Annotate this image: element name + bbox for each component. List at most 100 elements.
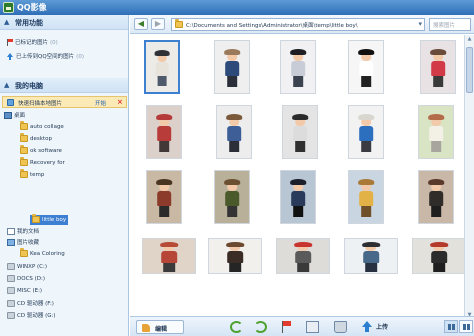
subject-hat [429, 241, 449, 247]
main-panel: ◀ ▶ C:\Documents and Settings\Administra… [130, 15, 474, 336]
photo-thumbnail[interactable] [348, 40, 384, 94]
subject-hat [156, 114, 172, 121]
bottom-toolbar: 编辑 上传 [130, 316, 474, 336]
photo-thumbnail[interactable] [418, 170, 454, 224]
photo-thumbnail[interactable] [146, 170, 182, 224]
chevron-down-icon[interactable]: ▾ [418, 20, 422, 28]
tree-item-drive-c[interactable]: WINXP (C:) [7, 263, 47, 273]
photo-thumbnail[interactable] [142, 238, 196, 274]
rotate-right-icon[interactable] [254, 321, 267, 333]
subject-body [225, 61, 239, 77]
delete-icon[interactable] [334, 321, 347, 333]
drive-icon [7, 275, 15, 282]
photo-thumbnail[interactable] [348, 105, 384, 159]
tree-item-temp[interactable]: temp [20, 169, 44, 181]
photo-thumbnail[interactable] [144, 40, 180, 94]
photo-subject [226, 114, 242, 152]
search-input[interactable]: 搜索图片 [429, 18, 471, 31]
folder-icon [20, 145, 28, 154]
rotate-left-icon[interactable] [230, 321, 243, 333]
photo-subject [430, 49, 446, 87]
tree-item-my-documents[interactable]: 我的文档 [7, 227, 39, 237]
back-button[interactable]: ◀ [134, 18, 148, 30]
upload-button[interactable]: 上传 [376, 322, 388, 331]
upload-icon [6, 53, 14, 60]
subject-hat [293, 241, 313, 247]
photo-subject [358, 179, 374, 217]
tree-item-auto-collage[interactable]: auto collage [20, 121, 64, 133]
subject-body [431, 61, 445, 77]
sidebar-item-uploaded[interactable]: 已上传到QQ空间的图片 (0) [6, 52, 84, 62]
photo-subject [224, 49, 240, 87]
list-view-button[interactable] [459, 320, 473, 333]
photo-subject [358, 114, 374, 152]
photo-thumbnail[interactable] [280, 170, 316, 224]
subject-hat [224, 49, 240, 56]
title-bar: QQ影像 [0, 0, 474, 15]
subject-hat [290, 179, 306, 186]
slideshow-icon[interactable] [306, 321, 319, 333]
tree-item-recovery[interactable]: Recovery for [20, 157, 65, 169]
subject-body [359, 191, 373, 207]
subject-legs [158, 140, 170, 152]
photo-thumbnail[interactable] [348, 170, 384, 224]
photo-thumbnail[interactable] [344, 238, 398, 274]
collapse-chevron-icon: ▲ [4, 81, 10, 89]
path-text: C:\Documents and Settings\Administrator\… [186, 23, 358, 29]
sidebar-item-marked[interactable]: 已标记的图片 (0) [6, 38, 58, 48]
photo-thumbnail[interactable] [282, 105, 318, 159]
photo-thumbnail[interactable] [214, 40, 250, 94]
common-functions-header[interactable]: ▲ 常用功能 [0, 15, 128, 30]
photo-subject [154, 50, 170, 86]
folder-icon [20, 248, 28, 257]
photo-subject [224, 179, 240, 217]
subject-hat [428, 114, 444, 121]
desktop-icon [4, 112, 12, 119]
address-toolbar: ◀ ▶ C:\Documents and Settings\Administra… [130, 15, 474, 34]
tree-item-desktop[interactable]: 桌面 [4, 111, 25, 121]
upload-icon[interactable] [360, 321, 373, 333]
vertical-scrollbar[interactable]: ▲ ▼ [464, 35, 474, 321]
photo-thumbnail[interactable] [280, 40, 316, 94]
path-field[interactable]: C:\Documents and Settings\Administrator\… [171, 18, 425, 31]
scroll-up-icon[interactable]: ▲ [466, 36, 473, 44]
subject-body [295, 251, 311, 264]
subject-body [359, 61, 373, 77]
photo-thumbnail[interactable] [412, 238, 464, 274]
tree-item-drive-g[interactable]: CD 驱动器 (G:) [7, 311, 55, 321]
tree-item-ok-software[interactable]: ok software [20, 145, 62, 157]
flag-icon [6, 39, 13, 46]
grid-view-button[interactable] [444, 320, 458, 333]
tree-item-little-boy[interactable]: little boy [30, 214, 69, 225]
subject-hat [156, 179, 172, 186]
tree-item-pictures[interactable]: 图片收藏 [7, 238, 39, 248]
list-view-icon [463, 324, 470, 330]
forward-button[interactable]: ▶ [151, 18, 165, 30]
folder-icon [20, 157, 28, 166]
photo-thumbnail[interactable] [216, 105, 252, 159]
photo-thumbnail[interactable] [146, 105, 182, 159]
photo-thumbnail[interactable] [420, 40, 456, 94]
quick-scan-bar: 快速扫描本地图片 开始 × [2, 96, 127, 108]
photo-subject [428, 179, 444, 217]
photo-subject [358, 49, 374, 87]
photo-thumbnail[interactable] [418, 105, 454, 159]
mark-flag-icon[interactable] [280, 321, 293, 333]
photo-thumbnail[interactable] [208, 238, 262, 274]
tree-item-drive-f[interactable]: CD 驱动器 (F:) [7, 299, 54, 309]
quick-scan-start-link[interactable]: 开始 [95, 99, 106, 107]
subject-legs [294, 140, 306, 152]
photo-thumbnail[interactable] [214, 170, 250, 224]
scrollbar-thumb[interactable] [466, 47, 473, 93]
subject-body [161, 251, 177, 264]
grid-view-icon [448, 324, 455, 330]
edit-button[interactable]: 编辑 [136, 320, 184, 334]
tree-item-drive-d[interactable]: DOCS (D:) [7, 275, 45, 285]
tree-item-drive-e[interactable]: MISC (E:) [7, 287, 42, 297]
tree-item-desktop-folder[interactable]: desktop [20, 133, 52, 145]
folder-icon [175, 19, 183, 28]
close-icon[interactable]: × [117, 98, 123, 106]
my-computer-header[interactable]: ▲ 我的电脑 [0, 78, 128, 93]
tree-item-kea-coloring[interactable]: Kea Coloring [20, 248, 65, 260]
photo-thumbnail[interactable] [276, 238, 330, 274]
